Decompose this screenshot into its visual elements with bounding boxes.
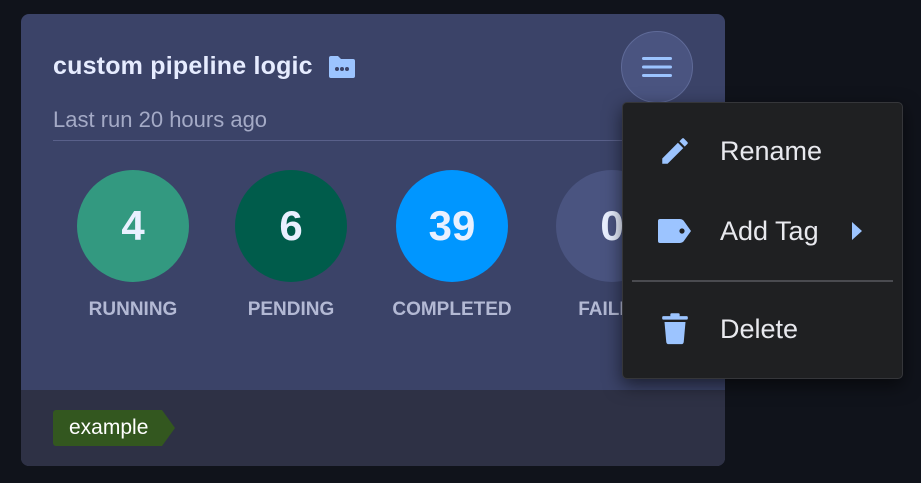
last-run-text: Last run 20 hours ago	[53, 107, 268, 132]
stat-pending[interactable]: 6 PENDING	[221, 170, 361, 321]
menu-item-delete[interactable]: Delete	[623, 294, 902, 364]
pipeline-card[interactable]: custom pipeline logic Last run 20 hours …	[21, 14, 725, 466]
card-header: custom pipeline logic	[53, 52, 357, 81]
menu-item-rename[interactable]: Rename	[623, 116, 902, 186]
trash-icon	[657, 311, 693, 347]
stat-circle: 6	[235, 170, 347, 282]
stat-label: PENDING	[247, 299, 335, 320]
menu-item-label: Add Tag	[720, 215, 819, 246]
stat-value: 39	[428, 202, 476, 249]
stat-label: RUNNING	[88, 299, 178, 320]
pipeline-title: custom pipeline logic	[53, 52, 313, 80]
hamburger-menu-icon	[640, 55, 674, 79]
tag-chip[interactable]: example	[53, 410, 176, 446]
folder-dots-icon	[327, 54, 357, 80]
stat-running[interactable]: 4 RUNNING	[63, 170, 203, 321]
tag-label: example	[53, 410, 163, 446]
stat-value: 4	[121, 202, 145, 249]
caret-right-icon	[851, 221, 863, 241]
menu-divider	[632, 280, 893, 282]
stat-value: 6	[279, 202, 303, 249]
pencil-icon	[657, 133, 693, 169]
menu-item-label: Delete	[720, 313, 799, 344]
card-footer: example	[21, 390, 725, 466]
tag-point	[162, 410, 176, 446]
menu-item-label: Rename	[720, 135, 823, 166]
stat-completed[interactable]: 39 COMPLETED	[382, 170, 522, 321]
card-context-menu: Rename Add Tag Delete	[622, 102, 903, 379]
stat-circle: 4	[77, 170, 189, 282]
tag-icon	[657, 213, 693, 249]
stat-circle: 39	[396, 170, 508, 282]
card-menu-button[interactable]	[621, 31, 693, 103]
stat-label: COMPLETED	[392, 299, 512, 320]
header-divider	[53, 140, 653, 141]
stat-value: 0	[600, 202, 624, 249]
menu-item-add-tag[interactable]: Add Tag	[623, 196, 902, 266]
